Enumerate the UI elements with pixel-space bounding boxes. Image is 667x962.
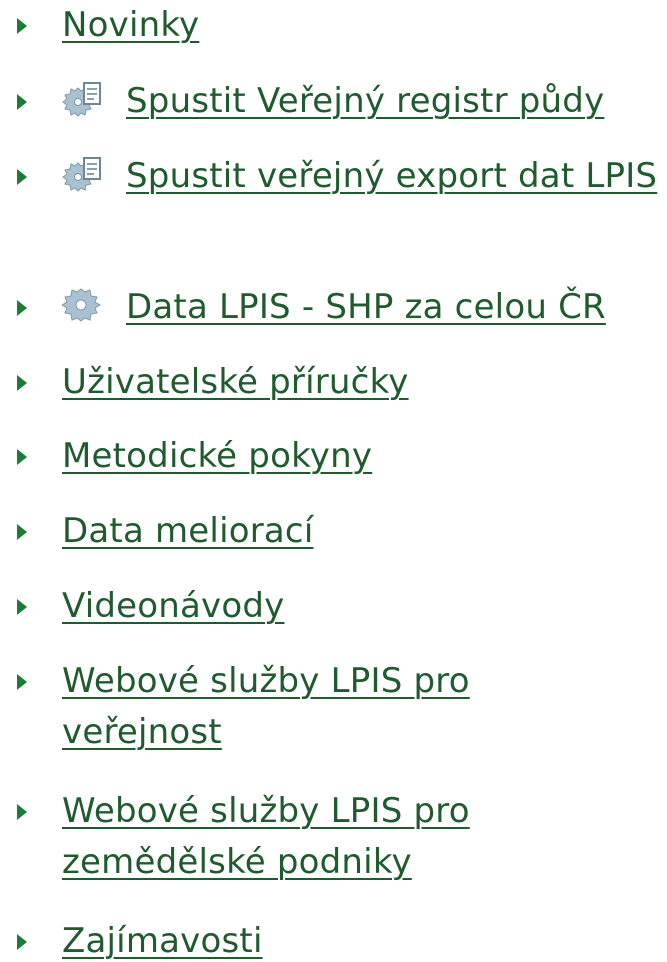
menu-item-label: Data meliorací (62, 511, 314, 551)
menu-item-label: Spustit veřejný export dat LPIS (126, 156, 658, 196)
link-zajimavosti[interactable]: Zajímavosti (62, 916, 667, 962)
link-data-melioraci[interactable]: Data meliorací (62, 506, 667, 557)
menu-item-label: Novinky (62, 5, 200, 45)
link-uzivatelske-prirucky[interactable]: Uživatelské příručky (62, 357, 667, 408)
link-data-lpis-shp[interactable]: Data LPIS - SHP za celou ČR (62, 282, 667, 333)
gear-document-icon (62, 80, 104, 118)
link-novinky[interactable]: Novinky (62, 0, 667, 51)
bullet-arrow-icon (17, 599, 27, 615)
menu-item-label: Webové služby LPIS pro veřejnost (62, 661, 470, 752)
bullet-arrow-icon (17, 674, 27, 690)
menu-item-label: Videonávody (62, 586, 285, 626)
link-webove-sluzby-verejnost[interactable]: Webové služby LPIS pro veřejnost (62, 656, 522, 758)
link-videonavody[interactable]: Videonávody (62, 581, 667, 632)
bullet-arrow-icon (17, 94, 27, 110)
bullet-arrow-icon (17, 375, 27, 391)
link-webove-sluzby-podniky[interactable]: Webové služby LPIS pro zemědělské podnik… (62, 786, 522, 888)
gear-document-icon (62, 155, 104, 193)
bullet-arrow-icon (17, 934, 27, 950)
bullet-arrow-icon (17, 449, 27, 465)
link-verejny-export-dat[interactable]: Spustit veřejný export dat LPIS (62, 151, 667, 202)
menu-item-label: Webové služby LPIS pro zemědělské podnik… (62, 791, 470, 882)
bullet-arrow-icon (17, 804, 27, 820)
menu-item-label: Uživatelské příručky (62, 362, 409, 402)
link-metodicke-pokyny[interactable]: Metodické pokyny (62, 431, 667, 482)
gear-icon (62, 286, 104, 324)
menu-item-label: Zajímavosti (62, 921, 263, 961)
menu-item-label: Data LPIS - SHP za celou ČR (126, 287, 606, 327)
bullet-arrow-icon (17, 18, 27, 34)
bullet-arrow-icon (17, 300, 27, 316)
menu-item-label: Metodické pokyny (62, 436, 373, 476)
bullet-arrow-icon (17, 169, 27, 185)
bullet-arrow-icon (17, 524, 27, 540)
menu-item-label: Spustit Veřejný registr půdy (126, 81, 605, 121)
sidebar-menu: Novinky Spustit Veřejný registr půdy Spu… (0, 0, 667, 962)
link-verejny-registr-pudy[interactable]: Spustit Veřejný registr půdy (62, 76, 667, 127)
